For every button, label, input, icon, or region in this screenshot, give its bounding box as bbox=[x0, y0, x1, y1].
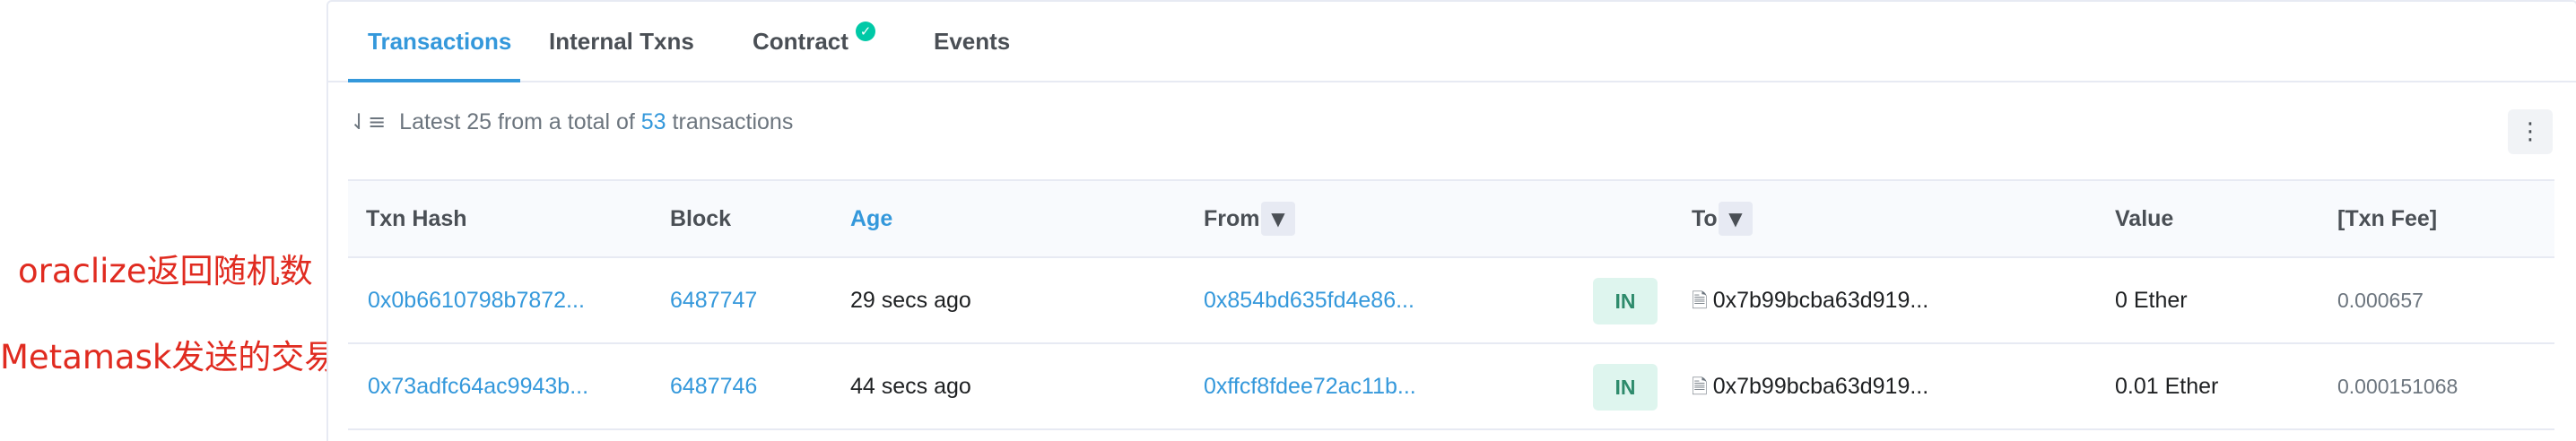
more-options-button[interactable]: ⋮ bbox=[2508, 109, 2553, 154]
table-row: 0x73adfc64ac9943b... 6487746 44 secs ago… bbox=[348, 344, 2554, 430]
direction-badge: IN bbox=[1593, 364, 1658, 411]
summary-count[interactable]: 53 bbox=[641, 109, 666, 134]
column-txn-fee: [Txn Fee] bbox=[2337, 206, 2438, 231]
from-address-link[interactable]: 0x854bd635fd4e86... bbox=[1204, 258, 1414, 342]
tab-contract[interactable]: Contract bbox=[753, 2, 849, 81]
verified-check-icon: ✓ bbox=[856, 22, 875, 41]
txn-age: 44 secs ago bbox=[850, 374, 971, 399]
to-address-text: 0x7b99bcba63d919... bbox=[1712, 374, 1929, 399]
summary-prefix: Latest 25 from a total of bbox=[399, 109, 635, 134]
transactions-card: Transactions Internal Txns Contract ✓ Ev… bbox=[326, 0, 2576, 441]
summary-suffix: transactions bbox=[672, 109, 794, 134]
column-age[interactable]: Age bbox=[850, 181, 892, 256]
to-address[interactable]: 🗎 0x7b99bcba63d919... bbox=[1692, 344, 1928, 430]
tab-bar: Transactions Internal Txns Contract ✓ Ev… bbox=[328, 2, 2576, 82]
txn-hash-link[interactable]: 0x73adfc64ac9943b... bbox=[368, 344, 588, 428]
more-vertical-icon: ⋮ bbox=[2519, 118, 2542, 145]
tab-internal-txns[interactable]: Internal Txns bbox=[549, 2, 694, 81]
txn-fee: 0.000151068 bbox=[2337, 375, 2459, 398]
table-row: 0x0b6610798b7872... 6487747 29 secs ago … bbox=[348, 258, 2554, 344]
to-address-text: 0x7b99bcba63d919... bbox=[1712, 288, 1929, 313]
annotation-oraclize: oraclize返回随机数 bbox=[18, 252, 313, 290]
column-value: Value bbox=[2115, 206, 2174, 231]
txn-value: 0 Ether bbox=[2115, 288, 2188, 313]
txn-hash-link[interactable]: 0x0b6610798b7872... bbox=[368, 258, 585, 342]
document-icon: 🗎 bbox=[1692, 376, 1708, 399]
to-filter-icon[interactable]: ▼ bbox=[1719, 202, 1753, 236]
tab-transactions[interactable]: Transactions bbox=[348, 2, 520, 82]
from-filter-icon[interactable]: ▼ bbox=[1261, 202, 1295, 236]
transactions-summary: ⇃≡ Latest 25 from a total of 53 transact… bbox=[350, 109, 793, 135]
column-to: To bbox=[1692, 206, 1718, 231]
to-address[interactable]: 🗎 0x7b99bcba63d919... bbox=[1692, 258, 1928, 344]
tab-transactions-label: Transactions bbox=[368, 28, 512, 55]
column-block: Block bbox=[670, 206, 732, 231]
txn-fee: 0.000657 bbox=[2337, 289, 2424, 312]
block-link[interactable]: 6487746 bbox=[670, 344, 757, 428]
column-from: From bbox=[1204, 206, 1260, 231]
column-txn-hash: Txn Hash bbox=[366, 206, 467, 231]
txn-value: 0.01 Ether bbox=[2115, 374, 2219, 399]
tab-events[interactable]: Events bbox=[934, 2, 1010, 81]
txn-age: 29 secs ago bbox=[850, 288, 971, 313]
document-icon: 🗎 bbox=[1692, 290, 1708, 313]
block-link[interactable]: 6487747 bbox=[670, 258, 757, 342]
direction-badge: IN bbox=[1593, 278, 1658, 324]
from-address-link[interactable]: 0xffcf8fdee72ac11b... bbox=[1204, 344, 1416, 428]
table-header: Txn Hash Block Age From ▼ To ▼ Value [Tx… bbox=[348, 179, 2554, 258]
sort-descending-icon: ⇃≡ bbox=[350, 109, 387, 134]
annotation-metamask: Metamask发送的交易 bbox=[0, 338, 338, 376]
transactions-table: Txn Hash Block Age From ▼ To ▼ Value [Tx… bbox=[348, 179, 2554, 430]
